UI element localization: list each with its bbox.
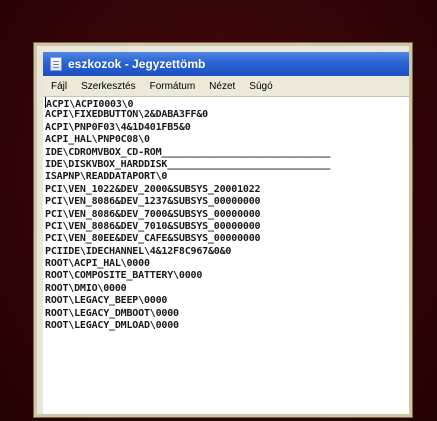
text-editor-area[interactable]: ACPI\ACPI0003\0 ACPI\FIXEDBUTTON\2&DABA3… [43,97,409,414]
text-line: ROOT\DMIO\0000 [45,282,127,294]
text-line: IDE\CDROMVBOX_CD-ROM____________________… [45,146,331,158]
text-line: ISAPNP\READDATAPORT\0 [45,171,168,183]
title-bar[interactable]: eszkozok - Jegyzettömb [43,52,409,76]
text-line: PCI\VEN_1022&DEV_2000&SUBSYS_20001022 [45,183,261,195]
menu-view[interactable]: Nézet [201,81,241,92]
notepad-window: eszkozok - Jegyzettömb Fájl Szerkesztés … [34,43,412,417]
text-line: ACPI\ACPI0003\0 [45,97,134,110]
text-line: PCI\VEN_8086&DEV_1237&SUBSYS_00000000 [45,196,261,208]
menu-edit[interactable]: Szerkesztés [73,81,141,92]
text-line: IDE\DISKVBOX_HARDDISK___________________… [45,158,331,170]
text-line: PCI\VEN_80EE&DEV_CAFE&SUBSYS_00000000 [45,233,261,245]
text-line: ROOT\COMPOSITE_BATTERY\0000 [45,270,203,282]
text-line: ROOT\ACPI_HAL\0000 [45,258,150,270]
menu-file[interactable]: Fájl [43,81,73,92]
text-line: ACPI\PNP0F03\4&1D401FB5&0 [45,121,191,133]
text-caret [45,97,46,108]
menu-bar: Fájl Szerkesztés Formátum Nézet Súgó [43,76,409,97]
window-title: eszkozok - Jegyzettömb [68,57,206,71]
notepad-icon [50,57,62,71]
text-line: ACPI\FIXEDBUTTON\2&DABA3FF&0 [45,109,208,121]
menu-help[interactable]: Súgó [241,81,278,92]
text-line: ROOT\LEGACY_DMLOAD\0000 [45,320,179,332]
desktop-background: eszkozok - Jegyzettömb Fájl Szerkesztés … [0,0,437,421]
text-line: ROOT\LEGACY_DMBOOT\0000 [45,307,179,319]
menu-format[interactable]: Formátum [142,81,202,92]
text-line: ACPI_HAL\PNP0C08\0 [45,134,150,146]
text-line: ROOT\LEGACY_BEEP\0000 [45,295,168,307]
text-line: PCI\VEN_8086&DEV_7000&SUBSYS_00000000 [45,208,261,220]
text-line: PCI\VEN_8086&DEV_7010&SUBSYS_00000000 [45,220,261,232]
text-line: PCIIDE\IDECHANNEL\4&12F8C967&0&0 [45,245,232,257]
